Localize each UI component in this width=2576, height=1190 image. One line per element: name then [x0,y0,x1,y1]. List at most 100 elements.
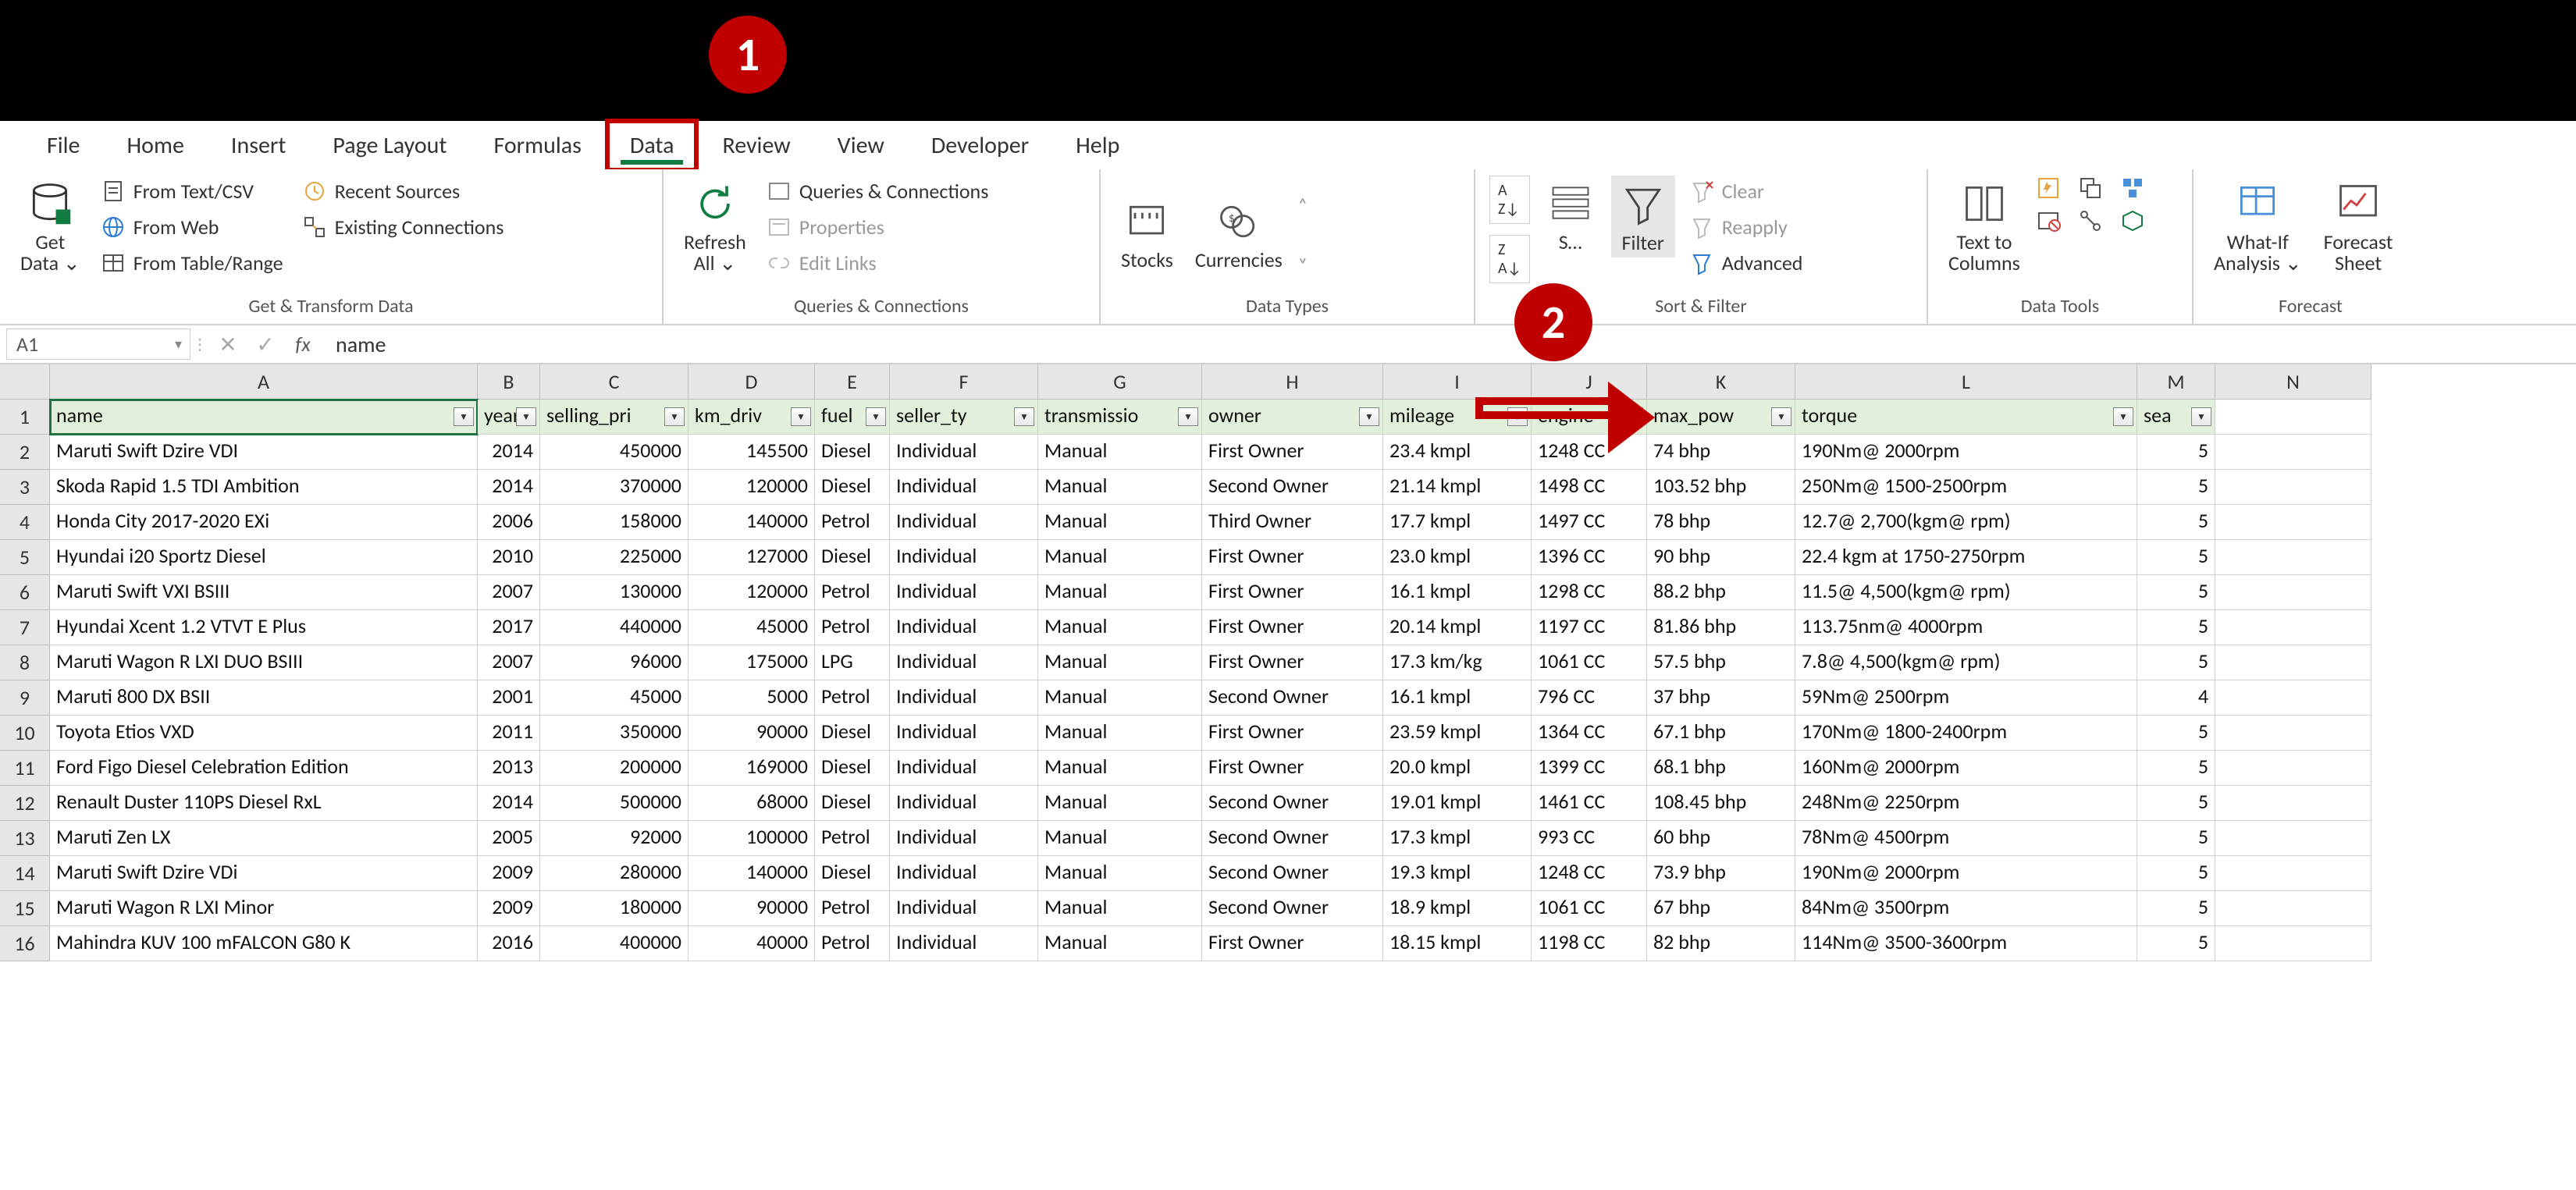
cell[interactable]: Maruti Wagon R LXI DUO BSIII [50,645,478,680]
row-header[interactable]: 7 [0,610,50,645]
cell[interactable]: Manual [1038,610,1202,645]
row-header[interactable]: 6 [0,575,50,610]
cell[interactable]: 78Nm@ 4500rpm [1795,821,2137,856]
filter-dropdown-icon[interactable]: ▼ [1178,407,1198,426]
cell[interactable]: Diesel [815,856,890,891]
cell[interactable]: Individual [890,505,1038,540]
cell[interactable]: 96000 [540,645,688,680]
cell[interactable]: 2006 [478,505,540,540]
cell[interactable]: 2009 [478,856,540,891]
cell[interactable]: First Owner [1202,540,1383,575]
cell[interactable]: Skoda Rapid 1.5 TDI Ambition [50,470,478,505]
cell[interactable]: 90000 [688,891,815,926]
cell[interactable]: Manual [1038,856,1202,891]
cell[interactable]: Hyundai i20 Sportz Diesel [50,540,478,575]
column-header-A[interactable]: A [50,364,478,400]
cell[interactable]: 1197 CC [1532,610,1647,645]
cell[interactable]: Petrol [815,505,890,540]
accept-formula-button[interactable]: ✓ [247,331,284,358]
table-header-cell[interactable]: selling_pri▼ [540,400,688,435]
cell[interactable]: 2001 [478,680,540,716]
what-if-button[interactable]: What-If Analysis ⌄ [2208,176,2308,278]
column-header-K[interactable]: K [1647,364,1795,400]
cell[interactable]: 20.14 kmpl [1383,610,1532,645]
cell[interactable]: First Owner [1202,610,1383,645]
cell[interactable]: 12.7@ 2,700(kgm@ rpm) [1795,505,2137,540]
cell[interactable]: 370000 [540,470,688,505]
cell[interactable]: 7.8@ 4,500(kgm@ rpm) [1795,645,2137,680]
cell[interactable]: Individual [890,821,1038,856]
cell[interactable]: Petrol [815,680,890,716]
cell[interactable]: 190Nm@ 2000rpm [1795,435,2137,470]
cell[interactable]: 113.75nm@ 4000rpm [1795,610,2137,645]
cell[interactable] [2215,575,2371,610]
tab-insert[interactable]: Insert [208,120,310,171]
cell[interactable]: Manual [1038,645,1202,680]
filter-dropdown-icon[interactable]: ▼ [516,407,536,426]
table-header-cell[interactable]: owner▼ [1202,400,1383,435]
cell[interactable]: Diesel [815,786,890,821]
table-header-cell[interactable]: fuel▼ [815,400,890,435]
cell[interactable]: LPG [815,645,890,680]
cell[interactable]: 68000 [688,786,815,821]
cell[interactable]: 2014 [478,470,540,505]
cell[interactable]: 40000 [688,926,815,961]
cell[interactable]: 250Nm@ 1500-2500rpm [1795,470,2137,505]
table-header-cell[interactable]: name▼ [50,400,478,435]
cell[interactable] [2215,786,2371,821]
tab-data[interactable]: Data [605,119,699,172]
row-header[interactable]: 10 [0,716,50,751]
cell[interactable]: 145500 [688,435,815,470]
cell[interactable]: 1061 CC [1532,645,1647,680]
cell[interactable]: Diesel [815,540,890,575]
cell[interactable]: Manual [1038,751,1202,786]
cell[interactable]: 78 bhp [1647,505,1795,540]
sort-button[interactable]: S… [1539,176,1602,256]
cell[interactable]: 180000 [540,891,688,926]
tab-home[interactable]: Home [103,120,207,171]
advanced-filter-button[interactable]: Advanced [1685,247,1808,279]
cell[interactable]: Manual [1038,891,1202,926]
cell[interactable]: 60 bhp [1647,821,1795,856]
select-all-corner[interactable] [0,364,50,400]
cell[interactable]: 450000 [540,435,688,470]
cell[interactable]: Manual [1038,470,1202,505]
row-header[interactable]: 12 [0,786,50,821]
cell[interactable]: Diesel [815,470,890,505]
cell[interactable]: 5 [2137,891,2215,926]
cell[interactable]: 57.5 bhp [1647,645,1795,680]
cell[interactable]: 84Nm@ 3500rpm [1795,891,2137,926]
cell[interactable]: 2005 [478,821,540,856]
table-header-cell[interactable]: torque▼ [1795,400,2137,435]
cell[interactable]: 796 CC [1532,680,1647,716]
cell[interactable]: Individual [890,856,1038,891]
tab-view[interactable]: View [814,120,908,171]
cell[interactable]: 114Nm@ 3500-3600rpm [1795,926,2137,961]
cell[interactable]: 18.9 kmpl [1383,891,1532,926]
cell[interactable]: 5 [2137,716,2215,751]
cell[interactable] [2215,821,2371,856]
formula-input[interactable]: name [322,331,2576,358]
tab-help[interactable]: Help [1052,120,1143,171]
cell[interactable]: Diesel [815,435,890,470]
cell[interactable] [2215,645,2371,680]
cell[interactable]: 2014 [478,786,540,821]
cell[interactable]: 2011 [478,716,540,751]
cell[interactable]: 37 bhp [1647,680,1795,716]
cell[interactable]: 2017 [478,610,540,645]
tab-developer[interactable]: Developer [908,120,1052,171]
cell[interactable]: Manual [1038,786,1202,821]
cell[interactable] [2215,856,2371,891]
cell[interactable]: 1396 CC [1532,540,1647,575]
tab-file[interactable]: File [23,120,103,171]
cell[interactable] [2215,505,2371,540]
cell[interactable]: Second Owner [1202,891,1383,926]
filter-dropdown-icon[interactable]: ▼ [1014,407,1034,426]
cell[interactable]: Individual [890,680,1038,716]
cell[interactable]: 22.4 kgm at 1750-2750rpm [1795,540,2137,575]
cell[interactable]: 200000 [540,751,688,786]
tab-review[interactable]: Review [699,120,813,171]
table-header-cell[interactable]: sea▼ [2137,400,2215,435]
relationships-button[interactable] [2078,208,2112,233]
cell[interactable]: Hyundai Xcent 1.2 VTVT E Plus [50,610,478,645]
